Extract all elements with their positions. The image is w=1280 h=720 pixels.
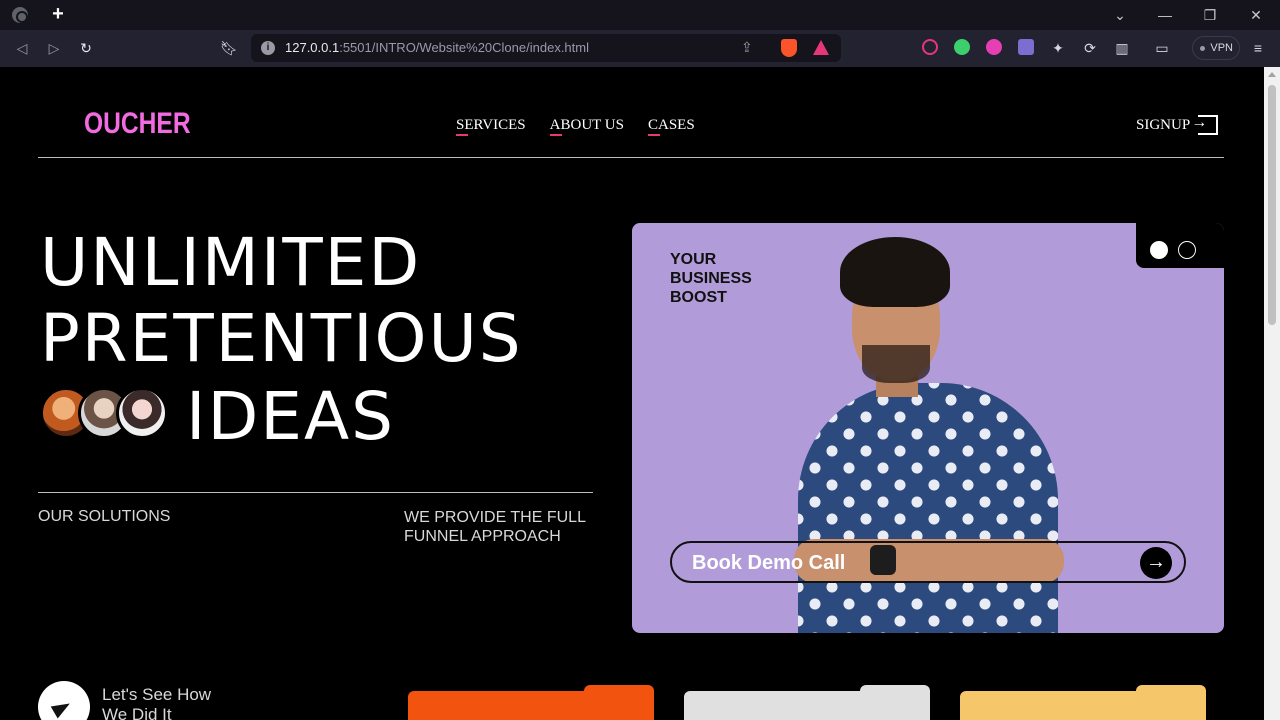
sidebar-icon[interactable]: ▥: [1112, 38, 1132, 58]
url-text[interactable]: 127.0.0.1:5501/INTRO/Website%20Clone/ind…: [285, 40, 589, 55]
menu-icon[interactable]: ≡: [1248, 38, 1268, 58]
page-scrollbar[interactable]: [1264, 67, 1280, 720]
login-icon: [1191, 114, 1219, 135]
extension-icon[interactable]: [986, 39, 1002, 55]
shirt-shape: [798, 383, 1058, 633]
slider-dots: [1136, 223, 1224, 268]
restore-icon[interactable]: ❐: [1200, 5, 1220, 25]
hero-line-3: IDEAS: [186, 378, 396, 455]
forward-icon[interactable]: ▷: [44, 38, 64, 58]
close-icon[interactable]: ✕: [1246, 5, 1266, 25]
hair-shape: [840, 237, 950, 307]
address-bar[interactable]: i 127.0.0.1:5501/INTRO/Website%20Clone/i…: [251, 34, 841, 62]
hero-line-2: PRETENTIOUS: [40, 300, 523, 377]
pen-extension-icon[interactable]: [1018, 39, 1034, 55]
vpn-button[interactable]: VPN: [1192, 36, 1240, 60]
signup-button[interactable]: SIGNUP: [1136, 114, 1219, 135]
slider-dot-active[interactable]: [1150, 241, 1168, 259]
brave-shields-icon[interactable]: [781, 39, 797, 57]
funnel-text: WE PROVIDE THE FULL FUNNEL APPROACH: [404, 509, 586, 545]
browser-tabbar: + ⌄ — ❐ ✕: [0, 0, 1280, 30]
book-demo-button[interactable]: Book Demo Call →: [670, 541, 1186, 583]
record-extension-icon[interactable]: [922, 39, 938, 55]
play-icon[interactable]: [38, 681, 90, 720]
case-folder-yellow[interactable]: [960, 685, 1206, 720]
site-logo[interactable]: OUCHER: [84, 107, 191, 141]
minimize-icon[interactable]: —: [1155, 5, 1175, 25]
slider-dot[interactable]: [1178, 241, 1196, 259]
brave-rewards-icon[interactable]: [813, 40, 829, 55]
beard-shape: [862, 345, 930, 383]
header-divider: [38, 157, 1224, 158]
reload-icon[interactable]: ↻: [76, 38, 96, 58]
plus-icon[interactable]: +: [48, 4, 68, 24]
browser-toolbar: ◁ ▷ ↻ 🔖︎ i 127.0.0.1:5501/INTRO/Website%…: [0, 30, 1280, 67]
share-icon[interactable]: ⇪: [741, 39, 753, 56]
case-folder-grey[interactable]: [684, 685, 930, 720]
scroll-up-icon[interactable]: [1268, 72, 1276, 77]
info-icon[interactable]: i: [261, 41, 275, 55]
bookmark-icon[interactable]: 🔖︎: [219, 38, 239, 58]
chevron-down-icon[interactable]: ⌄: [1110, 5, 1130, 25]
hero-divider: [38, 492, 593, 493]
avatar: [116, 387, 168, 439]
sync-icon[interactable]: ⟳: [1080, 38, 1100, 58]
case-folder-orange[interactable]: [408, 685, 654, 720]
puzzle-icon[interactable]: ✦: [1048, 38, 1068, 58]
add-extension-icon[interactable]: [954, 39, 970, 55]
nav-about-us[interactable]: ABOUT US: [549, 117, 624, 136]
back-icon[interactable]: ◁: [12, 38, 32, 58]
wallet-icon[interactable]: ▭: [1152, 38, 1172, 58]
nav-services[interactable]: SERVICES: [456, 117, 526, 136]
scroll-thumb[interactable]: [1268, 85, 1276, 325]
book-demo-label: Book Demo Call: [692, 552, 846, 574]
card-tagline: YOUR BUSINESS BOOST: [670, 251, 752, 306]
hero-line-1: UNLIMITED: [40, 224, 422, 301]
see-how-label: Let's See How We Did It: [102, 685, 212, 720]
hero-card: YOUR BUSINESS BOOST Book Demo Call →: [632, 223, 1224, 633]
signup-label: SIGNUP: [1136, 116, 1191, 133]
solutions-label: OUR SOLUTIONS: [38, 508, 171, 525]
avatar-group: [40, 387, 168, 439]
web-page: OUCHER SERVICES ABOUT US CASES SIGNUP UN…: [0, 67, 1264, 720]
arrow-right-icon: →: [1140, 547, 1172, 579]
tab-favicon-icon[interactable]: [12, 7, 28, 23]
main-nav: SERVICES ABOUT US CASES: [456, 117, 695, 136]
nav-cases[interactable]: CASES: [647, 117, 695, 136]
